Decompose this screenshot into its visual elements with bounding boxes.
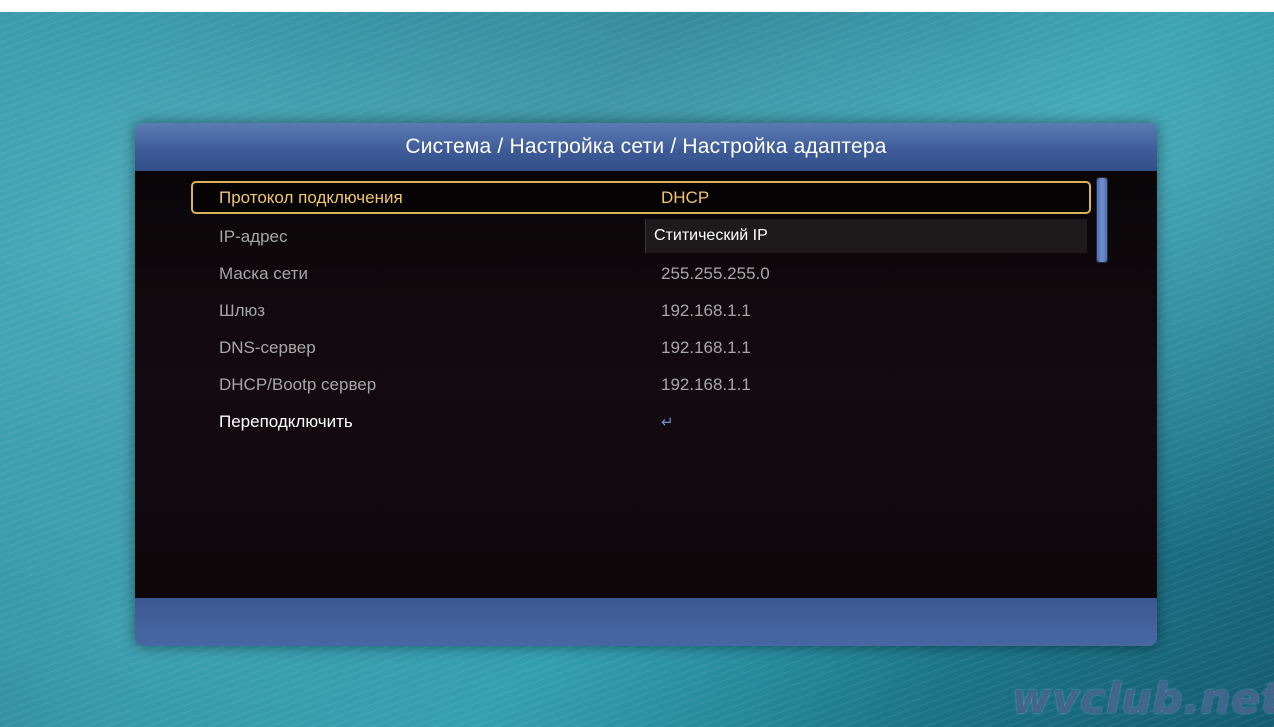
setting-row-gateway[interactable]: Шлюз 192.168.1.1 — [191, 292, 1091, 329]
setting-row-protocol[interactable]: Протокол подключения DHCP — [191, 181, 1091, 214]
reconnect-button[interactable]: Переподключить ↵ — [191, 403, 1091, 440]
setting-value: DHCP — [661, 187, 710, 207]
settings-list-area: Протокол подключения DHCP IP-адрес Маска… — [135, 171, 1157, 598]
setting-label: DHCP/Bootp сервер — [219, 374, 377, 394]
setting-label: Шлюз — [219, 300, 266, 320]
scrollbar-thumb[interactable] — [1097, 178, 1107, 262]
setting-value: 255.255.255.0 — [661, 263, 770, 283]
watermark-logo: wvclub.net — [1012, 674, 1274, 723]
enter-return-icon: ↵ — [661, 413, 674, 431]
setting-row-dhcp-server[interactable]: DHCP/Bootp сервер 192.168.1.1 — [191, 366, 1091, 403]
network-settings-dialog: Система / Настройка сети / Настройка ада… — [135, 123, 1157, 646]
setting-label: IP-адрес — [219, 226, 288, 246]
setting-label: Протокол подключения — [219, 187, 403, 207]
scrollbar[interactable] — [1096, 177, 1108, 263]
setting-label: Маска сети — [219, 263, 308, 283]
top-border — [0, 0, 1274, 12]
dropdown-option-static-ip[interactable]: Ститический IP — [645, 219, 1087, 253]
setting-value: 192.168.1.1 — [661, 374, 751, 394]
setting-value: 192.168.1.1 — [661, 300, 751, 320]
setting-value: 192.168.1.1 — [661, 337, 751, 357]
page-title: Система / Настройка сети / Настройка ада… — [405, 135, 887, 158]
setting-row-netmask[interactable]: Маска сети 255.255.255.0 — [191, 255, 1091, 292]
setting-row-dns[interactable]: DNS-сервер 192.168.1.1 — [191, 329, 1091, 366]
setting-label: Переподключить — [219, 411, 353, 431]
dialog-footer — [135, 598, 1157, 646]
setting-label: DNS-сервер — [219, 337, 316, 357]
dialog-header: Система / Настройка сети / Настройка ада… — [135, 123, 1157, 171]
